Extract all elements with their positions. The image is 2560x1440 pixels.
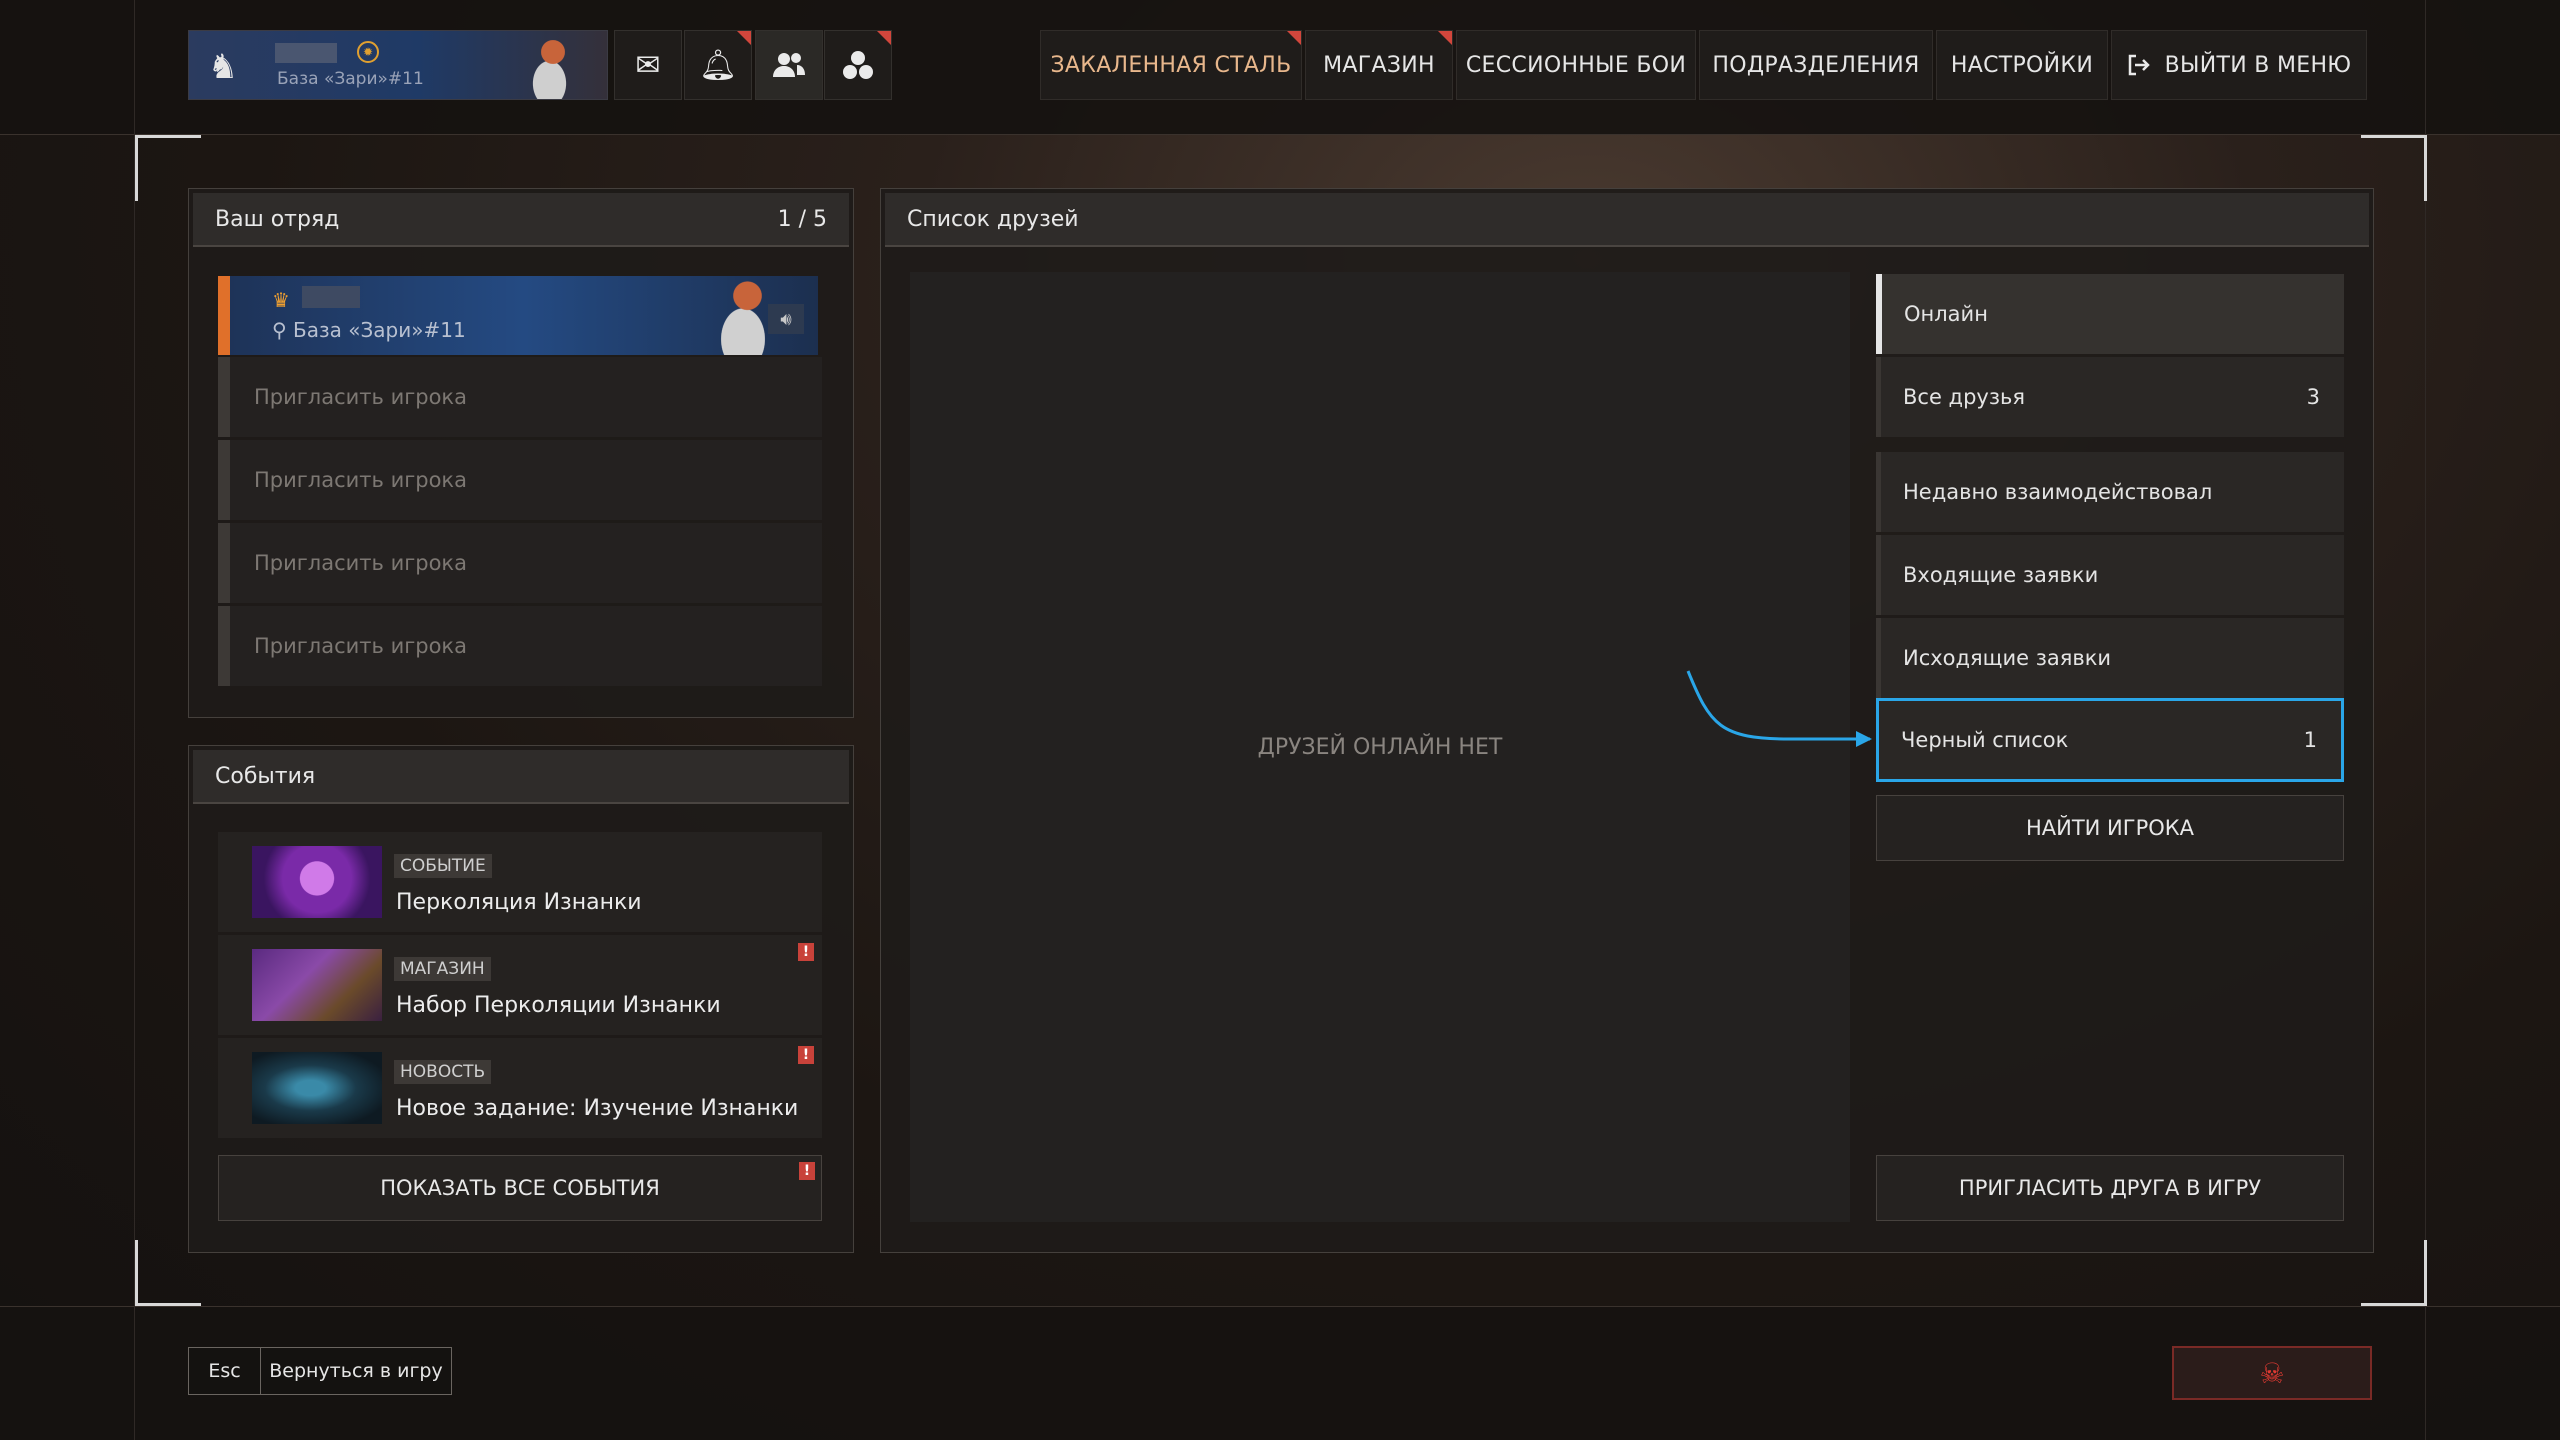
filter-outgoing-requests[interactable]: Исходящие заявки: [1876, 618, 2344, 698]
filter-all-friends[interactable]: Все друзья 3: [1876, 357, 2344, 437]
alert-icon: !: [799, 1162, 815, 1180]
location-pin-icon: ⚲: [272, 318, 294, 342]
events-title: События: [215, 763, 316, 789]
friends-header: Список друзей: [885, 193, 2369, 247]
frame-line-left: [134, 0, 135, 1440]
nav-shop[interactable]: МАГАЗИН: [1305, 30, 1453, 100]
invite-player-slot[interactable]: Пригласить игрока: [218, 606, 822, 686]
show-all-events-label: ПОКАЗАТЬ ВСЕ СОБЫТИЯ: [380, 1176, 660, 1200]
nav-settings-label: НАСТРОЙКИ: [1950, 52, 2094, 78]
member-base-label: База «Зари»#11: [293, 318, 466, 342]
find-player-label: НАЙТИ ИГРОКА: [2025, 816, 2195, 840]
member-name-hidden: [302, 286, 360, 308]
filter-all-count: 3: [2306, 385, 2320, 409]
notification-indicator: [737, 31, 751, 45]
show-all-events-button[interactable]: ПОКАЗАТЬ ВСЕ СОБЫТИЯ !: [218, 1155, 822, 1221]
filter-online[interactable]: Онлайн: [1876, 274, 2344, 354]
nav-hardened-steel-label: ЗАКАЛЕННАЯ СТАЛЬ: [1050, 52, 1292, 78]
invite-friend-label: ПРИГЛАСИТЬ ДРУГА В ИГРУ: [1958, 1176, 2262, 1200]
filter-blacklist[interactable]: Черный список 1: [1876, 698, 2344, 782]
invite-player-slot[interactable]: Пригласить игрока: [218, 440, 822, 520]
event-title: Набор Перколяции Изнанки: [396, 993, 721, 1018]
units-button[interactable]: [824, 30, 892, 100]
skull-icon: ☠: [2259, 1356, 2285, 1390]
filter-online-label: Онлайн: [1904, 302, 1988, 326]
notifications-button[interactable]: 🔔︎: [684, 30, 752, 100]
alert-icon: !: [798, 1046, 814, 1064]
squad-header: Ваш отряд 1 / 5: [193, 193, 849, 247]
player-avatar: [511, 31, 581, 99]
event-item[interactable]: МАГАЗИН Набор Перколяции Изнанки !: [218, 935, 822, 1035]
event-thumbnail: [252, 1052, 382, 1124]
nav-shop-indicator: [1438, 31, 1452, 45]
alert-icon: !: [798, 943, 814, 961]
nav-exit-to-menu[interactable]: ВЫЙТИ В МЕНЮ: [2111, 30, 2367, 100]
event-tag: СОБЫТИЕ: [394, 854, 492, 878]
nav-session-battles-label: СЕССИОННЫЕ БОИ: [1465, 52, 1687, 78]
event-thumbnail: [252, 846, 382, 918]
invite-player-slot[interactable]: Пригласить игрока: [218, 523, 822, 603]
nav-units-label: ПОДРАЗДЕЛЕНИЯ: [1712, 52, 1920, 78]
nav-exit-label: ВЫЙТИ В МЕНЮ: [2164, 52, 2352, 78]
mail-icon: ✉: [635, 47, 661, 83]
filter-recent[interactable]: Недавно взаимодействовал: [1876, 452, 2344, 532]
friends-title: Список друзей: [907, 206, 1079, 232]
coin-icon: ✹: [357, 41, 379, 63]
squad-count: 1 / 5: [777, 206, 827, 232]
filter-blacklist-label: Черный список: [1901, 728, 2069, 752]
filter-all-label: Все друзья: [1903, 385, 2026, 409]
event-title: Новое задание: Изучение Изнанки: [396, 1096, 799, 1121]
nav-shop-label: МАГАЗИН: [1323, 52, 1435, 78]
filter-outgoing-label: Исходящие заявки: [1903, 646, 2112, 670]
back-to-game-button[interactable]: Esc Вернуться в игру: [188, 1347, 452, 1395]
event-title: Перколяция Изнанки: [396, 890, 642, 915]
player-name-hidden: [275, 43, 337, 63]
crown-icon: ♛: [272, 288, 290, 312]
wolf-logo-icon: ♞: [207, 47, 239, 87]
event-tag: МАГАЗИН: [394, 957, 491, 981]
mail-button[interactable]: ✉: [614, 30, 682, 100]
filter-recent-label: Недавно взаимодействовал: [1903, 480, 2213, 504]
back-to-game-label: Вернуться в игру: [269, 1360, 443, 1382]
find-player-button[interactable]: НАЙТИ ИГРОКА: [1876, 795, 2344, 861]
filter-incoming-label: Входящие заявки: [1903, 563, 2099, 587]
invite-slot-label: Пригласить игрока: [254, 634, 467, 658]
player-profile-card[interactable]: ♞ ✹ База «Зари»#11: [188, 30, 608, 100]
event-item[interactable]: НОВОСТЬ Новое задание: Изучение Изнанки …: [218, 1038, 822, 1138]
nav-hardened-steel-indicator: [1287, 31, 1301, 45]
speaker-icon[interactable]: 🔊︎: [768, 304, 804, 334]
report-button[interactable]: ☠: [2172, 1346, 2372, 1400]
nav-settings[interactable]: НАСТРОЙКИ: [1936, 30, 2108, 100]
invite-slot-label: Пригласить игрока: [254, 385, 467, 409]
invite-friend-button[interactable]: ПРИГЛАСИТЬ ДРУГА В ИГРУ: [1876, 1155, 2344, 1221]
bell-icon: 🔔︎: [698, 47, 738, 83]
esc-key-label: Esc: [189, 1348, 261, 1394]
exit-icon: [2128, 54, 2150, 76]
frame-line-right: [2425, 0, 2426, 1440]
event-item[interactable]: СОБЫТИЕ Перколяция Изнанки: [218, 832, 822, 932]
units-indicator: [877, 31, 891, 45]
arrow-annotation-icon: [1686, 670, 1872, 747]
nav-units[interactable]: ПОДРАЗДЕЛЕНИЯ: [1699, 30, 1933, 100]
friends-button[interactable]: [755, 30, 823, 100]
friends-icon: [773, 53, 805, 77]
filter-incoming-requests[interactable]: Входящие заявки: [1876, 535, 2344, 615]
event-thumbnail: [252, 949, 382, 1021]
nav-hardened-steel[interactable]: ЗАКАЛЕННАЯ СТАЛЬ: [1040, 30, 1302, 100]
units-icon: [843, 51, 873, 79]
event-tag: НОВОСТЬ: [394, 1060, 492, 1084]
events-header: События: [193, 750, 849, 804]
player-base-label: База «Зари»#11: [277, 69, 424, 89]
squad-title: Ваш отряд: [215, 206, 340, 232]
invite-player-slot[interactable]: Пригласить игрока: [218, 357, 822, 437]
filter-blacklist-count: 1: [2303, 728, 2317, 752]
nav-session-battles[interactable]: СЕССИОННЫЕ БОИ: [1456, 30, 1696, 100]
member-base: ⚲ База «Зари»#11: [272, 318, 466, 342]
invite-slot-label: Пригласить игрока: [254, 468, 467, 492]
squad-member-leader[interactable]: ♛ ⚲ База «Зари»#11 🔊︎: [218, 276, 818, 355]
invite-slot-label: Пригласить игрока: [254, 551, 467, 575]
